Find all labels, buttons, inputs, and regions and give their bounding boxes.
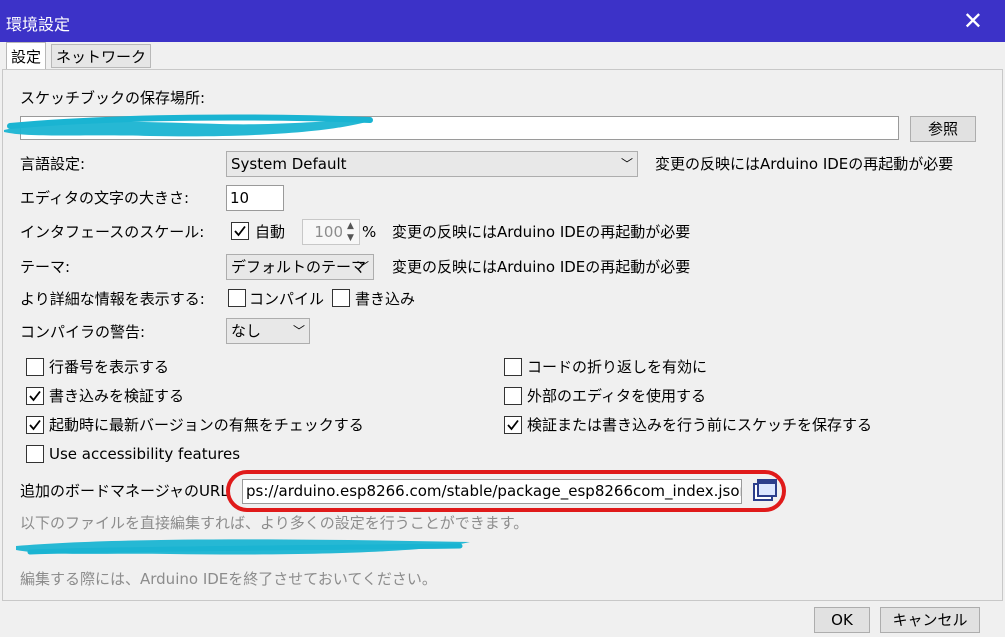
browse-button[interactable]: 参照 [910, 116, 976, 142]
line-numbers-label: 行番号を表示する [49, 358, 170, 376]
language-restart-note: 変更の反映にはArduino IDEの再起動が必要 [655, 155, 954, 173]
tab-network[interactable]: ネットワーク [51, 44, 152, 68]
check-updates-checkbox[interactable] [26, 416, 44, 434]
verify-upload-checkbox[interactable] [26, 387, 44, 405]
chevron-down-icon: ﹀ [620, 157, 633, 171]
check-icon [507, 419, 519, 431]
line-numbers-checkbox[interactable] [26, 358, 44, 376]
theme-select[interactable]: デフォルトのテーマ ﹀ [226, 254, 374, 280]
scale-unit: % [362, 223, 377, 241]
font-size-input[interactable]: 10 [226, 185, 284, 211]
verbose-upload-label: 書き込み [355, 290, 416, 308]
check-updates-label: 起動時に最新バージョンの有無をチェックする [49, 416, 364, 434]
verbose-compile-checkbox[interactable] [228, 289, 246, 307]
scale-label: インタフェースのスケール: [20, 223, 205, 241]
code-folding-checkbox[interactable] [504, 358, 522, 376]
warnings-select-value: なし [231, 322, 262, 340]
sketchbook-label: スケッチブックの保存場所: [20, 89, 206, 107]
code-folding-label: コードの折り返しを有効に [527, 358, 708, 376]
title-bar: 環境設定 ✕ [0, 0, 1005, 42]
warnings-select[interactable]: なし ﹀ [226, 318, 310, 344]
stepper-down-icon[interactable]: ▼ [347, 232, 359, 244]
scale-auto-label: 自動 [255, 223, 286, 241]
check-icon [29, 390, 41, 402]
tab-bar: 設定 ネットワーク [0, 42, 1005, 70]
check-icon [29, 419, 41, 431]
verbose-label: より詳細な情報を表示する: [20, 290, 205, 308]
scale-stepper[interactable]: ▲ ▼ [347, 220, 359, 244]
stepper-up-icon[interactable]: ▲ [347, 220, 359, 232]
save-before-checkbox[interactable] [504, 416, 522, 434]
tab-settings[interactable]: 設定 [6, 42, 47, 70]
accessibility-label: Use accessibility features [49, 445, 241, 463]
ok-button[interactable]: OK [814, 607, 870, 633]
scale-auto-checkbox[interactable] [231, 222, 249, 240]
warnings-label: コンパイラの警告: [20, 323, 146, 341]
chevron-down-icon: ﹀ [356, 260, 369, 274]
language-select-value: System Default [231, 155, 347, 173]
theme-label: テーマ: [20, 258, 71, 276]
font-size-label: エディタの文字の大きさ: [20, 189, 190, 207]
theme-select-value: デフォルトのテーマ [231, 258, 367, 276]
language-label: 言語設定: [20, 155, 86, 173]
highlight-annotation [226, 470, 786, 512]
check-icon [234, 225, 246, 237]
save-before-label: 検証または書き込みを行う前にスケッチを保存する [527, 416, 873, 434]
redaction-scribble [4, 114, 373, 137]
verbose-compile-label: コンパイル [249, 290, 325, 308]
window-title: 環境設定 [6, 15, 71, 34]
close-icon[interactable]: ✕ [963, 6, 983, 36]
external-editor-label: 外部のエディタを使用する [527, 387, 706, 405]
external-editor-checkbox[interactable] [504, 387, 522, 405]
scale-restart-note: 変更の反映にはArduino IDEの再起動が必要 [392, 223, 691, 241]
redaction-scribble [16, 539, 470, 555]
chevron-down-icon: ﹀ [292, 324, 305, 338]
quit-ide-note: 編集する際には、Arduino IDEを終了させておいてください。 [20, 570, 437, 588]
language-select[interactable]: System Default ﹀ [226, 151, 638, 177]
board-manager-label: 追加のボードマネージャのURL [20, 482, 229, 500]
cancel-button[interactable]: キャンセル [880, 607, 980, 633]
theme-restart-note: 変更の反映にはArduino IDEの再起動が必要 [392, 258, 691, 276]
verbose-upload-checkbox[interactable] [332, 289, 350, 307]
edit-file-note: 以下のファイルを直接編集すれば、より多くの設定を行うことができます。 [20, 514, 529, 532]
accessibility-checkbox[interactable] [26, 445, 44, 463]
verify-upload-label: 書き込みを検証する [49, 387, 185, 405]
